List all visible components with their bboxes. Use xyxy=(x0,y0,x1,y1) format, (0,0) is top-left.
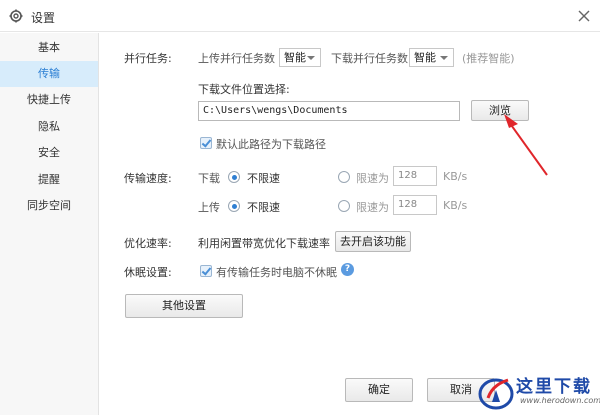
default-path-checkbox[interactable] xyxy=(200,137,212,149)
parallel-hint: (推荐智能) xyxy=(462,52,515,65)
sidebar-item-sync-space[interactable]: 同步空间 xyxy=(0,193,98,219)
download-unlimited-radio[interactable] xyxy=(228,171,240,183)
no-sleep-label: 有传输任务时电脑不休眠 xyxy=(216,266,337,279)
parallel-tasks-label: 并行任务: xyxy=(124,52,172,65)
upload-unlimited-radio[interactable] xyxy=(228,200,240,212)
browse-button[interactable]: 浏览 xyxy=(471,100,529,121)
download-parallel-value: 智能 xyxy=(414,51,436,64)
watermark-text: 这里下载 xyxy=(516,377,592,397)
transfer-speed-label: 传输速度: xyxy=(124,172,172,185)
download-limit-unit: KB/s xyxy=(443,170,468,183)
settings-content: 并行任务: 上传并行任务数 智能 下载并行任务数 智能 (推荐智能) 下载文件位… xyxy=(100,33,600,415)
download-limit-label: 限速为 xyxy=(356,172,389,185)
optimize-rate-label: 优化速率: xyxy=(124,237,172,250)
sidebar-item-quick-upload[interactable]: 快捷上传 xyxy=(0,87,98,113)
upload-limit-unit: KB/s xyxy=(443,199,468,212)
enable-optimize-button[interactable]: 去开启该功能 xyxy=(335,231,411,252)
download-unlimited-label: 不限速 xyxy=(247,172,280,185)
upload-parallel-label: 上传并行任务数 xyxy=(198,52,275,65)
gear-icon xyxy=(9,9,23,23)
no-sleep-checkbox[interactable] xyxy=(200,265,212,277)
upload-limit-label: 限速为 xyxy=(356,201,389,214)
download-parallel-label: 下载并行任务数 xyxy=(331,52,408,65)
help-icon[interactable]: ? xyxy=(341,263,354,276)
window-title: 设置 xyxy=(31,11,56,25)
upload-parallel-value: 智能 xyxy=(284,51,306,64)
download-path-input[interactable]: C:\Users\wengs\Documents xyxy=(198,101,460,121)
other-settings-button[interactable]: 其他设置 xyxy=(125,294,243,318)
download-limit-input[interactable]: 128 xyxy=(393,166,437,186)
download-location-label: 下载文件位置选择: xyxy=(198,83,290,96)
sleep-settings-label: 休眠设置: xyxy=(124,266,172,279)
download-parallel-select[interactable]: 智能 xyxy=(409,48,454,67)
watermark-url: www.herodown.com xyxy=(520,396,600,405)
sidebar-item-security[interactable]: 安全 xyxy=(0,140,98,166)
upload-limit-input[interactable]: 128 xyxy=(393,195,437,215)
upload-limit-radio[interactable] xyxy=(338,200,350,212)
chevron-down-icon xyxy=(307,56,315,60)
sidebar-item-transfer[interactable]: 传输 xyxy=(0,61,98,87)
watermark-logo-icon xyxy=(478,378,514,410)
close-icon[interactable] xyxy=(574,6,594,26)
sidebar-item-privacy[interactable]: 隐私 xyxy=(0,114,98,140)
upload-parallel-select[interactable]: 智能 xyxy=(279,48,321,67)
upload-unlimited-label: 不限速 xyxy=(247,201,280,214)
download-speed-label: 下载 xyxy=(198,172,220,185)
sidebar-item-reminder[interactable]: 提醒 xyxy=(0,167,98,193)
optimize-rate-text: 利用闲置带宽优化下载速率 xyxy=(198,237,330,250)
watermark: 这里下载 www.herodown.com xyxy=(474,370,600,415)
sidebar-item-basic[interactable]: 基本 xyxy=(0,35,98,61)
sidebar: 基本 传输 快捷上传 隐私 安全 提醒 同步空间 xyxy=(0,33,99,415)
chevron-down-icon xyxy=(440,56,448,60)
upload-speed-label: 上传 xyxy=(198,201,220,214)
title-bar: 设置 xyxy=(0,0,600,32)
default-path-label: 默认此路径为下载路径 xyxy=(216,138,326,151)
ok-button[interactable]: 确定 xyxy=(345,378,413,402)
download-limit-radio[interactable] xyxy=(338,171,350,183)
